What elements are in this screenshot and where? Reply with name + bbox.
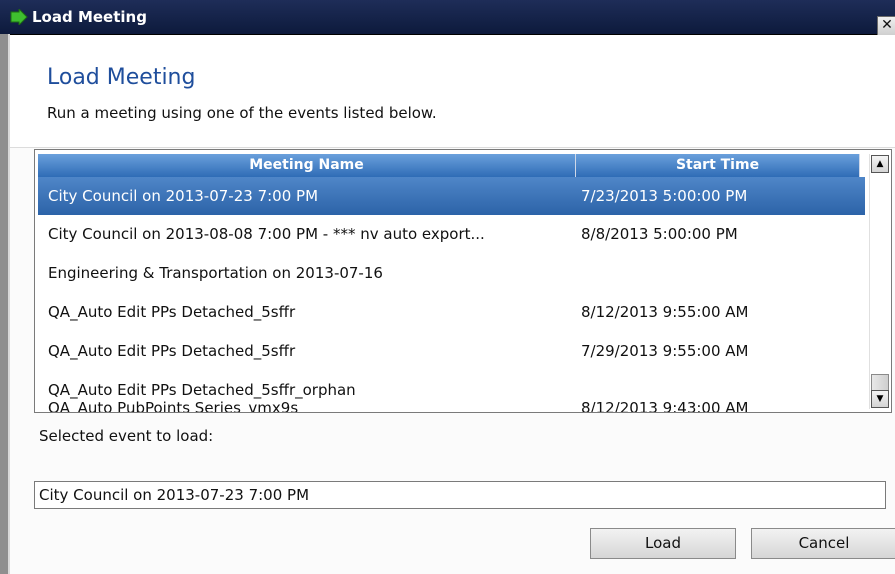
window-title: Load Meeting	[32, 8, 147, 26]
title-bar: Load Meeting ✕	[0, 0, 895, 36]
meeting-name: QA_Auto PubPoints Series_vmx9s	[48, 399, 299, 413]
selected-event-field[interactable]	[34, 481, 886, 509]
cancel-button[interactable]: Cancel	[751, 528, 895, 559]
vertical-scrollbar[interactable]: ▲ ▼	[869, 154, 890, 409]
list-item[interactable]: QA_Auto Edit PPs Detached_5sffr 7/29/201…	[38, 332, 865, 370]
dialog-instructions: Run a meeting using one of the events li…	[47, 104, 437, 122]
start-time: 8/12/2013 9:43:00 AM	[581, 399, 749, 413]
arrow-up-icon[interactable]: ▲	[871, 155, 889, 173]
start-time: 8/8/2013 5:00:00 PM	[581, 225, 738, 243]
close-button[interactable]: ✕	[877, 16, 895, 36]
list-item[interactable]: QA_Auto Edit PPs Detached_5sffr 8/12/201…	[38, 293, 865, 331]
start-time: 7/29/2013 9:55:00 AM	[581, 342, 749, 360]
meeting-list[interactable]: Meeting Name Start Time City Council on …	[34, 149, 892, 413]
meeting-name: QA_Auto Edit PPs Detached_5sffr	[48, 342, 296, 360]
meeting-name: City Council on 2013-07-23 7:00 PM	[48, 187, 319, 205]
list-item[interactable]: QA_Auto PubPoints Series_vmx9s 8/12/2013…	[38, 389, 865, 413]
arrow-down-icon[interactable]: ▼	[871, 390, 889, 408]
list-item[interactable]: Engineering & Transportation on 2013-07-…	[38, 254, 865, 292]
selected-event-label: Selected event to load:	[39, 427, 214, 445]
list-item[interactable]: City Council on 2013-07-23 7:00 PM 7/23/…	[38, 177, 865, 215]
load-button[interactable]: Load	[590, 528, 736, 559]
meeting-name: City Council on 2013-08-08 7:00 PM - ***…	[48, 225, 485, 243]
column-header-start-time[interactable]: Start Time	[576, 154, 860, 177]
green-arrow-icon	[10, 9, 28, 25]
column-header-meeting-name[interactable]: Meeting Name	[38, 154, 576, 177]
meeting-name: QA_Auto Edit PPs Detached_5sffr	[48, 303, 296, 321]
dialog-heading: Load Meeting	[47, 65, 196, 90]
start-time: 7/23/2013 5:00:00 PM	[581, 187, 748, 205]
window-frame	[0, 34, 8, 574]
start-time: 8/12/2013 9:55:00 AM	[581, 303, 749, 321]
list-item[interactable]: City Council on 2013-08-08 7:00 PM - ***…	[38, 215, 865, 253]
meeting-name: Engineering & Transportation on 2013-07-…	[48, 264, 383, 282]
